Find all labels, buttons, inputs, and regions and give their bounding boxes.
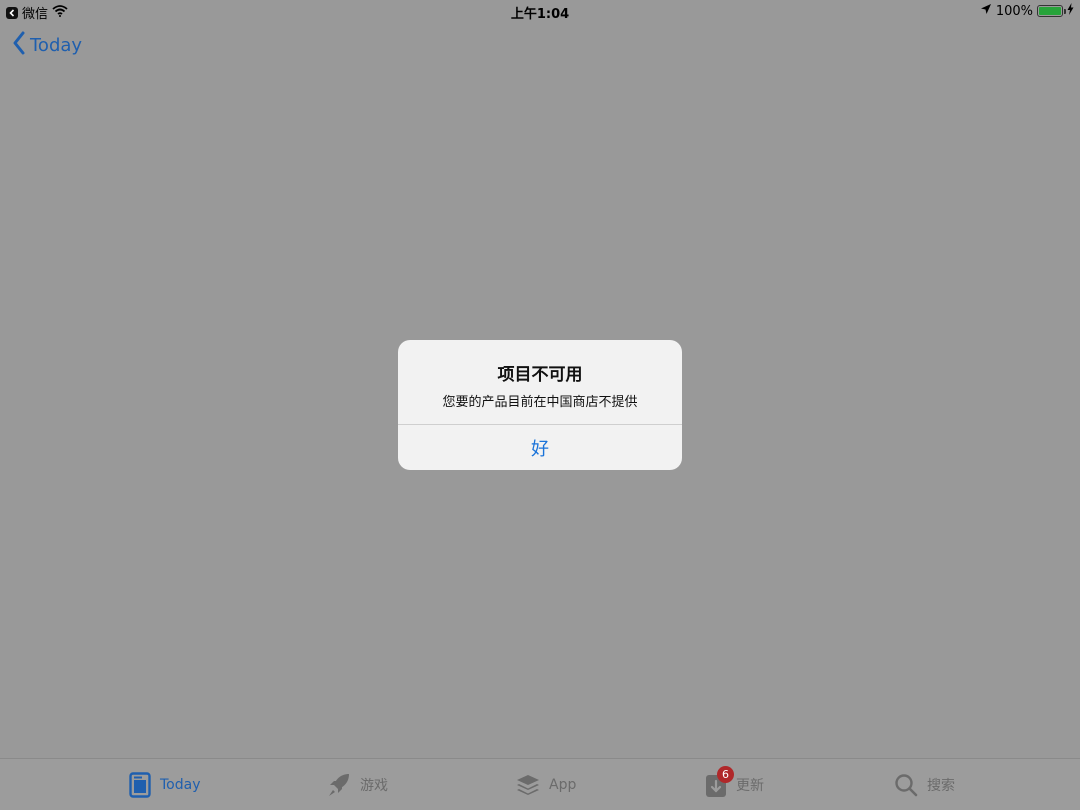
tab-today[interactable]: Today <box>129 771 201 799</box>
location-arrow-icon <box>980 3 992 19</box>
tab-label: Today <box>160 777 201 793</box>
battery-icon <box>1037 5 1066 17</box>
ok-button[interactable]: 好 <box>398 425 682 470</box>
battery-level <box>1039 7 1061 15</box>
status-time: 上午1:04 <box>510 7 570 22</box>
search-icon <box>894 773 918 797</box>
tab-apps[interactable]: App <box>516 771 576 799</box>
tab-label: 游戏 <box>360 778 388 794</box>
rocket-icon <box>327 772 351 798</box>
back-label[interactable]: Today <box>30 35 82 56</box>
charging-icon <box>1067 3 1074 19</box>
back-button[interactable]: Today <box>12 31 82 60</box>
alert-body: 项目不可用 您要的产品目前在中国商店不提供 <box>398 340 682 424</box>
today-icon <box>129 772 151 798</box>
layers-icon <box>516 773 540 797</box>
alert-dialog: 项目不可用 您要的产品目前在中国商店不提供 好 <box>398 340 682 470</box>
tab-bar: Today 游戏 App 6 更新 搜索 <box>0 758 1080 810</box>
alert-message: 您要的产品目前在中国商店不提供 <box>442 395 638 410</box>
download-icon: 6 <box>705 766 734 798</box>
chevron-left-icon <box>12 31 26 60</box>
tab-updates[interactable]: 6 更新 <box>705 766 764 799</box>
battery-percent: 100% <box>995 3 1033 19</box>
tab-games[interactable]: 游戏 <box>327 771 388 799</box>
tab-search[interactable]: 搜索 <box>894 771 955 799</box>
tab-label: App <box>549 777 577 793</box>
status-bar: 微信 上午1:04 100% <box>0 0 1080 22</box>
tab-label: 更新 <box>736 778 764 794</box>
alert-title: 项目不可用 <box>497 365 583 385</box>
updates-badge: 6 <box>717 766 734 783</box>
status-right: 100% <box>980 3 1074 19</box>
tab-label: 搜索 <box>927 778 955 794</box>
